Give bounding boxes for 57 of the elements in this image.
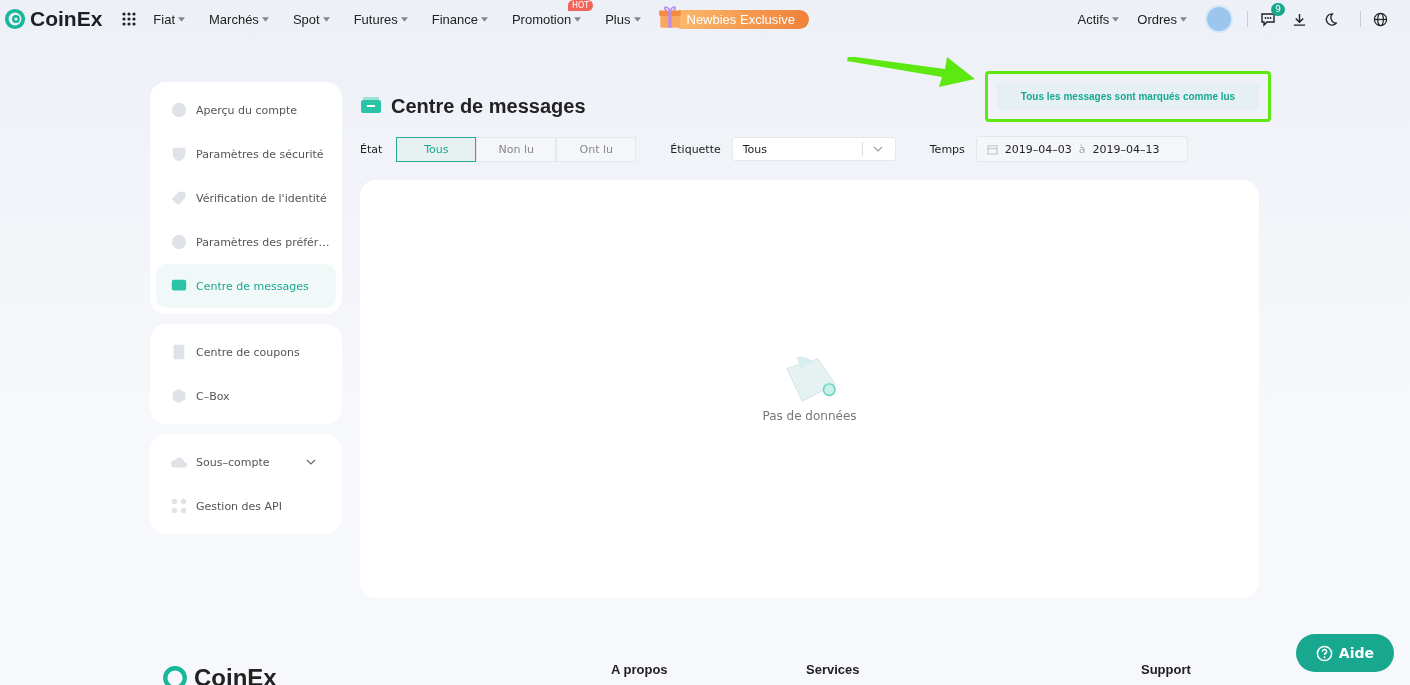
page-title: Centre de messages: [391, 94, 586, 118]
sidebar-item[interactable]: C–Box: [156, 374, 336, 418]
filter-label: Temps: [929, 142, 965, 156]
nav-menu[interactable]: Plus: [605, 11, 641, 27]
download-icon[interactable]: [1292, 11, 1307, 27]
sidebar-item[interactable]: Gestion des API: [156, 484, 336, 528]
gift-icon: [656, 4, 683, 30]
footer-heading: A propos: [611, 662, 668, 677]
sidebar-item[interactable]: Paramètres des préfér…: [156, 220, 336, 264]
chat-icon[interactable]: [1260, 11, 1276, 27]
logo-icon: [162, 665, 188, 685]
calendar-icon: [986, 143, 998, 155]
sidebar-item[interactable]: Vérification de l'identité: [156, 176, 336, 220]
caret-icon: [480, 16, 488, 22]
nav-menu[interactable]: Promotion: [511, 11, 582, 27]
filter-label: Étiquette: [670, 142, 721, 156]
caret-icon: [178, 16, 185, 22]
globe-icon[interactable]: [1373, 11, 1388, 27]
nav-menu[interactable]: Futures: [353, 11, 408, 27]
hot-badge: HOT: [568, 0, 594, 11]
nav-menu[interactable]: Actifs: [1077, 11, 1120, 27]
apps-grid-icon[interactable]: [122, 12, 137, 26]
state-tab[interactable]: Non lu: [476, 136, 557, 162]
nav-menu[interactable]: Marchés: [209, 11, 269, 27]
caret-icon: [400, 16, 408, 22]
nav-menu[interactable]: Fiat: [153, 11, 185, 27]
moon-icon[interactable]: [1323, 11, 1338, 27]
date-range-field[interactable]: 2019–04–03 à 2019–04–13: [975, 136, 1188, 162]
caret-icon: [261, 16, 269, 22]
footer-heading: Services: [806, 662, 860, 677]
caret-icon: [633, 16, 641, 22]
sidebar-item[interactable]: Paramètres de sécurité: [156, 132, 336, 176]
message-icon: [360, 96, 382, 116]
shield-icon: [170, 145, 188, 163]
sidebar-item[interactable]: Aperçu du compte: [156, 88, 336, 132]
tag-select[interactable]: Tous: [731, 137, 896, 161]
question-icon: [1315, 644, 1333, 662]
notification-count: 9: [1271, 3, 1285, 16]
state-tab[interactable]: Ont lu: [556, 136, 637, 162]
caret-icon: [1112, 16, 1120, 22]
caret-icon: [1180, 16, 1187, 22]
filter-label: État: [360, 142, 383, 156]
caret-icon: [574, 16, 582, 22]
nav-menu[interactable]: Spot: [292, 11, 330, 27]
nav-menu[interactable]: Finance: [431, 11, 488, 27]
tag-icon: [170, 189, 188, 207]
chevron-down-icon: [872, 146, 883, 152]
logo-icon: [4, 8, 26, 30]
grid-icon: [170, 497, 188, 515]
sidebar-item[interactable]: Sous–compte: [156, 440, 336, 484]
caret-icon: [322, 16, 330, 22]
logo[interactable]: CoinEx: [4, 7, 103, 31]
sidebar-item[interactable]: Centre de coupons: [156, 330, 336, 374]
empty-state-text: Pas de données: [762, 409, 857, 423]
footer-heading: Support: [1141, 662, 1191, 677]
nav-menu[interactable]: Ordres: [1137, 11, 1187, 27]
chevron-down-icon: [306, 459, 316, 465]
